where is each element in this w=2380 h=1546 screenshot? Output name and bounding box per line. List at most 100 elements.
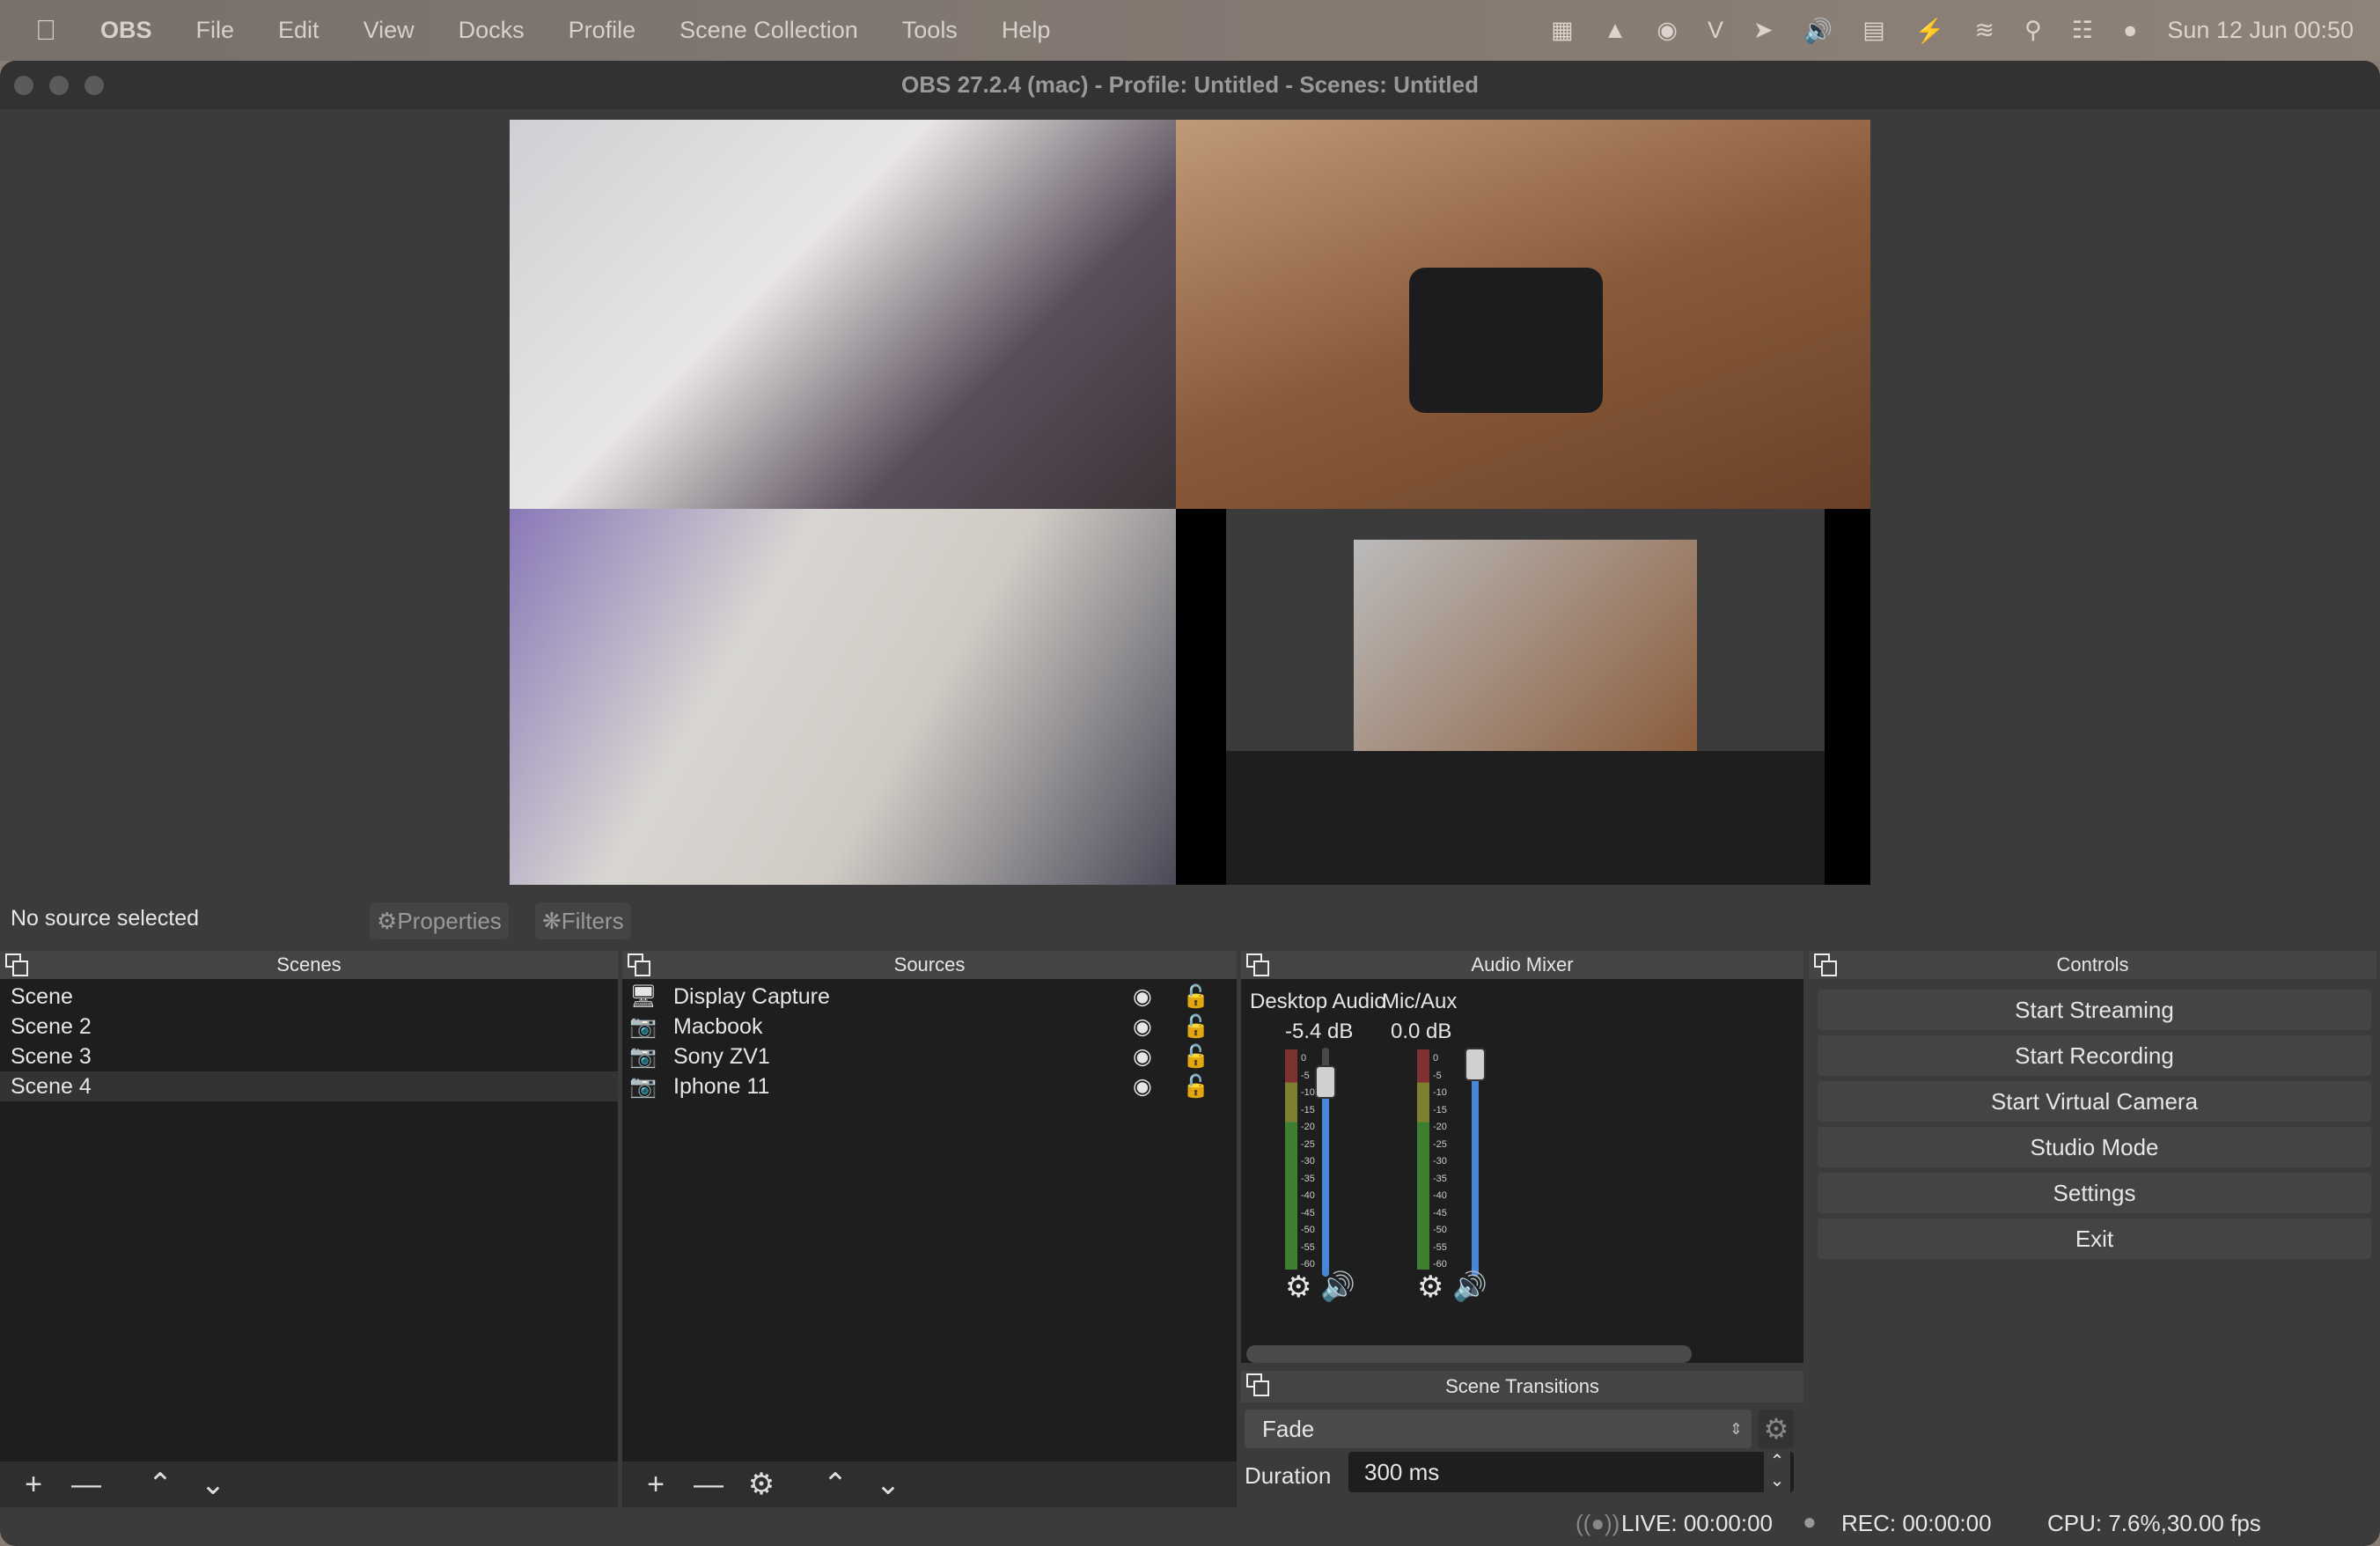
volume-fill (1472, 1048, 1479, 1277)
start-recording-button[interactable]: Start Recording (1818, 1035, 2371, 1076)
source-item[interactable]: 📷 Sony ZV1 ◉ 🔓 (622, 1042, 1237, 1071)
start-streaming-button[interactable]: Start Streaming (1818, 990, 2371, 1030)
source-item[interactable]: 📷 Iphone 11 ◉ 🔓 (622, 1071, 1237, 1101)
nested-obs-preview (1226, 509, 1825, 885)
volume-slider-handle[interactable] (1465, 1048, 1486, 1081)
eye-icon[interactable]: ◉ (1133, 982, 1152, 1012)
remove-icon[interactable]: — (67, 1468, 106, 1502)
menu-file[interactable]: File (196, 17, 235, 44)
source-item[interactable]: 🖥 Display Capture ◉ 🔓 (622, 982, 1237, 1012)
wifi-icon[interactable]: ≋ (1974, 17, 1994, 44)
scale-tick: -30 (1301, 1156, 1315, 1167)
undock-icon[interactable] (628, 953, 650, 976)
properties-button[interactable]: ⚙Properties (370, 902, 509, 939)
gear-icon[interactable]: ⚙ (742, 1467, 781, 1502)
duration-input[interactable]: 300 ms ⌃ ⌄ (1348, 1452, 1794, 1492)
keyboard-icon[interactable]: ▦ (1551, 17, 1574, 44)
volume-slider-track[interactable] (1472, 1048, 1479, 1277)
gear-icon[interactable]: ⚙ (1285, 1270, 1311, 1305)
scale-tick: -5 (1433, 1070, 1442, 1081)
eye-icon[interactable]: ◉ (1133, 1012, 1152, 1042)
sources-title: Sources (893, 953, 966, 975)
scale-tick: -10 (1433, 1087, 1447, 1098)
eye-icon[interactable]: ◉ (1133, 1071, 1152, 1101)
siri-icon[interactable]: ● (2123, 17, 2137, 44)
controls-title: Controls (2056, 953, 2129, 975)
undock-icon[interactable] (1246, 953, 1269, 976)
move-up-icon[interactable]: ⌃ (816, 1467, 855, 1502)
scale-tick: -40 (1433, 1190, 1447, 1201)
menu-docks[interactable]: Docks (459, 17, 525, 44)
clock[interactable]: Sun 12 Jun 00:50 (2167, 17, 2354, 44)
menu-help[interactable]: Help (1002, 17, 1051, 44)
exit-button[interactable]: Exit (1818, 1218, 2371, 1259)
menu-scene-collection[interactable]: Scene Collection (679, 17, 858, 44)
level-meter-bar (1417, 1049, 1423, 1270)
transitions-title: Scene Transitions (1445, 1375, 1599, 1397)
channel-db: 0.0 dB (1391, 1020, 1452, 1043)
settings-button[interactable]: Settings (1818, 1173, 2371, 1213)
undock-icon[interactable] (1814, 953, 1837, 976)
zoom-button[interactable] (84, 76, 104, 95)
nested-docks (1226, 751, 1825, 885)
menu-obs[interactable]: OBS (100, 17, 152, 44)
location-icon[interactable]: ➤ (1753, 17, 1774, 44)
stream-deck-image (1409, 268, 1603, 413)
speaker-icon[interactable]: 🔊 (1452, 1270, 1488, 1303)
source-item[interactable]: 📷 Macbook ◉ 🔓 (622, 1012, 1237, 1042)
scene-item-selected[interactable]: Scene 4 (0, 1071, 618, 1101)
start-virtual-camera-button[interactable]: Start Virtual Camera (1818, 1081, 2371, 1122)
controls-header: Controls (1809, 951, 2376, 979)
duration-value: 300 ms (1364, 1459, 1440, 1485)
menu-profile[interactable]: Profile (569, 17, 636, 44)
search-icon[interactable]: ⚲ (2024, 17, 2042, 44)
unlock-icon[interactable]: 🔓 (1182, 1012, 1209, 1042)
transition-select[interactable]: Fade ⇕ (1245, 1410, 1752, 1448)
transition-settings-gear-icon[interactable]: ⚙ (1759, 1410, 1794, 1448)
apple-icon[interactable]:  (35, 14, 56, 47)
unlock-icon[interactable]: 🔓 (1182, 982, 1209, 1012)
close-button[interactable] (14, 76, 33, 95)
undock-icon[interactable] (5, 953, 28, 976)
volume-slider-handle[interactable] (1315, 1065, 1336, 1100)
add-icon[interactable]: + (14, 1468, 53, 1502)
password-icon[interactable]: ◉ (1656, 17, 1678, 44)
scene-item[interactable]: Scene (0, 982, 618, 1012)
mixer-scrollbar[interactable] (1246, 1345, 1692, 1363)
scenes-toolbar: + — ⌃ ⌄ (0, 1461, 618, 1507)
menu-edit[interactable]: Edit (278, 17, 320, 44)
remove-icon[interactable]: — (689, 1468, 728, 1502)
move-down-icon[interactable]: ⌄ (869, 1467, 907, 1502)
live-icon: ((●)) (1576, 1510, 1620, 1536)
minimize-button[interactable] (49, 76, 69, 95)
gear-icon[interactable]: ⚙ (1417, 1270, 1443, 1305)
scene-item[interactable]: Scene 2 (0, 1012, 618, 1042)
unlock-icon[interactable]: 🔓 (1182, 1071, 1209, 1101)
menu-tools[interactable]: Tools (902, 17, 958, 44)
volume-icon[interactable]: 🔊 (1803, 17, 1833, 45)
duration-stepper[interactable]: ⌃ ⌄ (1764, 1452, 1790, 1492)
undock-icon[interactable] (1246, 1373, 1269, 1396)
speaker-icon[interactable]: 🔊 (1320, 1270, 1355, 1303)
move-down-icon[interactable]: ⌄ (194, 1467, 232, 1502)
scene-item[interactable]: Scene 3 (0, 1042, 618, 1071)
control-center-icon[interactable]: ☷ (2072, 17, 2093, 44)
move-up-icon[interactable]: ⌃ (141, 1467, 180, 1502)
input-icon[interactable]: ▤ (1862, 17, 1885, 44)
menu-view[interactable]: View (364, 17, 415, 44)
status-bar: ((●)) LIVE: 00:00:00 ● REC: 00:00:00 CPU… (0, 1505, 2380, 1543)
scale-tick: -30 (1433, 1156, 1447, 1167)
filters-button[interactable]: ❋Filters (535, 902, 631, 939)
scenes-title: Scenes (276, 953, 342, 975)
studio-mode-button[interactable]: Studio Mode (1818, 1127, 2371, 1167)
unlock-icon[interactable]: 🔓 (1182, 1042, 1209, 1071)
scale-tick: -25 (1301, 1138, 1315, 1150)
drive-icon[interactable]: ▲ (1604, 17, 1627, 44)
cpu-fps: CPU: 7.6%,30.00 fps (2047, 1510, 2261, 1536)
v-app-icon[interactable]: V (1708, 17, 1723, 44)
title-bar: OBS 27.2.4 (mac) - Profile: Untitled - S… (0, 61, 2380, 109)
preview-canvas[interactable] (510, 120, 1870, 885)
add-icon[interactable]: + (636, 1468, 675, 1502)
battery-icon[interactable]: ⚡ (1915, 17, 1945, 45)
eye-icon[interactable]: ◉ (1133, 1042, 1152, 1071)
